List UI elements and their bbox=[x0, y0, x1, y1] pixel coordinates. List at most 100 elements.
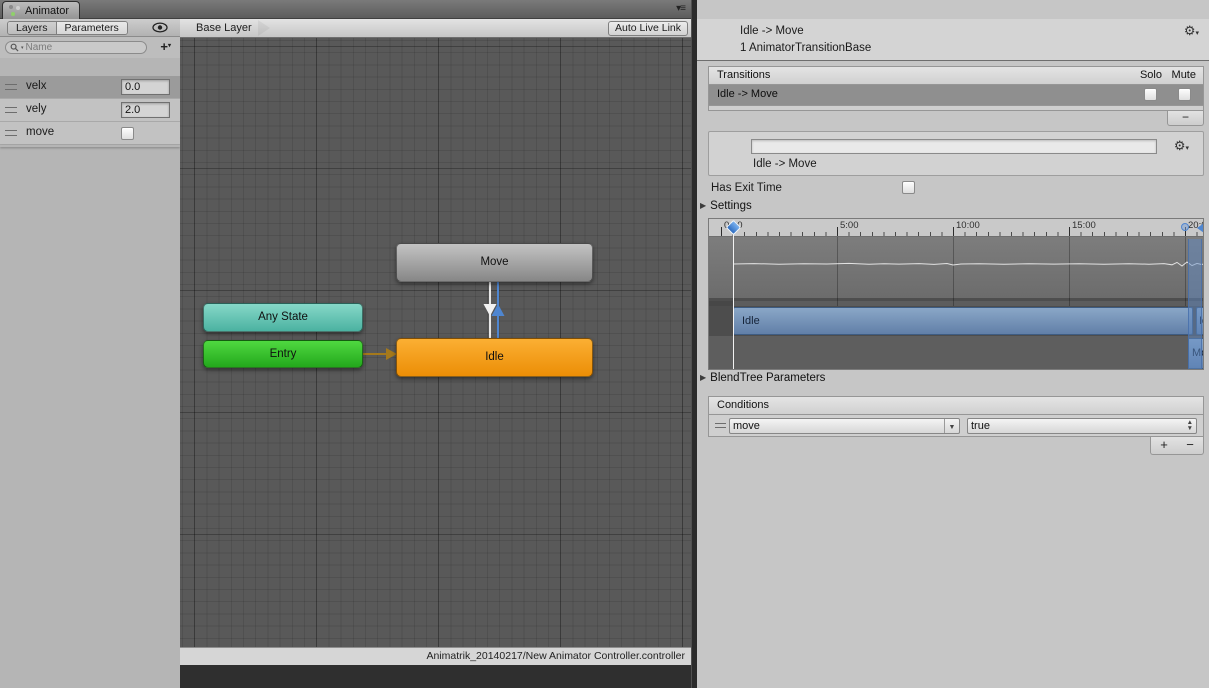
has-exit-time-checkbox[interactable] bbox=[902, 181, 915, 194]
transition-name-field[interactable] bbox=[751, 139, 1157, 154]
condition-value: true bbox=[971, 420, 990, 432]
parameter-value-field[interactable]: 2.0 bbox=[121, 102, 170, 118]
animator-tabbar: Animator ▾≡ bbox=[0, 0, 691, 19]
conditions-header: Conditions bbox=[708, 396, 1204, 415]
parameter-value-field[interactable]: 0.0 bbox=[121, 79, 170, 95]
ruler-major-tick bbox=[953, 227, 954, 236]
ruler-minor-ticks bbox=[721, 232, 1204, 236]
transition-start-marker-icon[interactable] bbox=[1181, 223, 1189, 231]
timeline-playhead[interactable] bbox=[733, 222, 734, 370]
breadcrumb[interactable]: Base Layer bbox=[180, 19, 260, 37]
transitions-header-label: Transitions bbox=[717, 69, 770, 81]
ruler-time-label: 5:00 bbox=[840, 220, 859, 231]
condition-parameter-value: move bbox=[733, 420, 760, 432]
controller-path-statusbar: Animatrik_20140217/New Animator Controll… bbox=[180, 647, 691, 665]
transition-row-selected[interactable]: Idle -> Move bbox=[708, 85, 1204, 106]
timeline-move-track: Move bbox=[709, 336, 1204, 370]
ruler-major-tick bbox=[837, 227, 838, 236]
solo-column-label: Solo bbox=[1140, 67, 1162, 84]
settings-label: Settings bbox=[710, 200, 752, 212]
transitions-section: Transitions Solo Mute Idle -> Move − bbox=[708, 66, 1204, 111]
condition-list-buttons: + − bbox=[1150, 437, 1204, 455]
parameter-row-vely[interactable]: vely 2.0 bbox=[0, 99, 180, 122]
transition-subtitle: 1 AnimatorTransitionBase bbox=[740, 42, 871, 54]
timeline-content[interactable]: Idle Idle Move bbox=[709, 237, 1204, 370]
animator-panel-menu-icon[interactable]: ▾≡ bbox=[676, 3, 685, 14]
tab-layers[interactable]: Layers bbox=[8, 22, 57, 34]
transition-title: Idle -> Move bbox=[740, 25, 804, 37]
parameter-row-velx[interactable]: velx 0.0 bbox=[0, 76, 180, 99]
condition-row: move ▼ true ▲▼ bbox=[708, 415, 1204, 437]
eye-icon[interactable] bbox=[152, 22, 168, 36]
blendtree-parameters-foldout[interactable]: ▶ BlendTree Parameters bbox=[700, 372, 825, 384]
drag-handle-icon[interactable] bbox=[715, 423, 726, 428]
transition-gear-icon[interactable]: ⚙▾ bbox=[1174, 139, 1189, 155]
drag-handle-icon[interactable] bbox=[5, 107, 17, 113]
breadcrumb-chevron-icon bbox=[258, 20, 270, 36]
state-node-entry[interactable]: Entry bbox=[203, 340, 363, 368]
drag-handle-icon[interactable] bbox=[5, 130, 17, 136]
search-input[interactable] bbox=[26, 42, 126, 53]
parameters-panel: Layers Parameters ▾ +▾ velx 0.0 vely 2.0 bbox=[0, 19, 180, 688]
parameter-search-row: ▾ +▾ bbox=[0, 37, 180, 58]
transition-timeline[interactable]: Idle Idle Move 0:00 5:00 10:00 15:00 bbox=[708, 218, 1204, 370]
transition-selection-band[interactable] bbox=[1188, 239, 1202, 370]
graph-bottom-edge bbox=[180, 665, 691, 688]
parameter-name: vely bbox=[26, 103, 46, 115]
remove-condition-button[interactable]: − bbox=[1177, 437, 1203, 454]
transition-end-marker-icon[interactable] bbox=[1197, 223, 1204, 233]
condition-parameter-dropdown[interactable]: move ▼ bbox=[729, 418, 960, 434]
motion-curve-waveform bbox=[709, 237, 1204, 301]
transition-name-block: ⚙▾ Idle -> Move bbox=[708, 131, 1204, 176]
add-parameter-button[interactable]: +▾ bbox=[160, 40, 171, 53]
gear-icon[interactable]: ⚙▾ bbox=[1184, 24, 1199, 40]
has-exit-time-row: Has Exit Time bbox=[711, 182, 782, 194]
blendtree-label: BlendTree Parameters bbox=[710, 372, 825, 384]
ruler-major-tick bbox=[1069, 227, 1070, 236]
inspector-header: Idle -> Move 1 AnimatorTransitionBase ⚙▾ bbox=[697, 19, 1209, 61]
animator-graph-panel: Base Layer Auto Live Link Move Any State… bbox=[180, 19, 691, 688]
auto-live-link-button[interactable]: Auto Live Link bbox=[608, 21, 688, 36]
parameter-search[interactable]: ▾ bbox=[5, 41, 147, 54]
ruler-major-tick bbox=[721, 227, 722, 236]
chevron-down-icon: ▼ bbox=[949, 424, 956, 431]
ruler-time-label: 10:00 bbox=[956, 220, 980, 231]
state-node-move[interactable]: Move bbox=[396, 243, 593, 282]
remove-transition-button[interactable]: − bbox=[1167, 111, 1204, 126]
parameters-toolbar: Layers Parameters bbox=[0, 19, 180, 37]
timeline-idle-track: Idle Idle bbox=[709, 306, 1204, 336]
parameter-bool-checkbox[interactable] bbox=[121, 127, 134, 140]
tab-animator[interactable]: Animator bbox=[2, 1, 80, 19]
transitions-section-header: Transitions Solo Mute bbox=[708, 66, 1204, 85]
has-exit-time-label: Has Exit Time bbox=[711, 182, 782, 194]
idle-clip-bar[interactable]: Idle bbox=[733, 307, 1193, 335]
layers-parameters-switch: Layers Parameters bbox=[7, 21, 128, 35]
foldout-triangle-icon: ▶ bbox=[700, 201, 706, 210]
state-node-any-state[interactable]: Any State bbox=[203, 303, 363, 332]
parameter-name: move bbox=[26, 126, 54, 138]
layer-breadcrumb-bar: Base Layer Auto Live Link bbox=[180, 19, 691, 38]
parameter-row-move[interactable]: move bbox=[0, 122, 180, 145]
tab-animator-label: Animator bbox=[25, 5, 69, 17]
timeline-ruler[interactable]: 0:00 5:00 10:00 15:00 20:00 bbox=[709, 219, 1204, 237]
unity-editor-window: Animator ▾≡ i Inspector ▾≡ Layers Parame… bbox=[0, 0, 1209, 688]
state-node-idle[interactable]: Idle bbox=[396, 338, 593, 377]
tab-parameters[interactable]: Parameters bbox=[57, 22, 127, 34]
inspector-panel: Idle -> Move 1 AnimatorTransitionBase ⚙▾… bbox=[697, 0, 1209, 688]
foldout-triangle-icon: ▶ bbox=[700, 373, 706, 382]
transition-name-label: Idle -> Move bbox=[753, 158, 817, 170]
condition-value-dropdown[interactable]: true ▲▼ bbox=[967, 418, 1197, 434]
add-condition-button[interactable]: + bbox=[1151, 437, 1177, 454]
solo-checkbox[interactable] bbox=[1144, 88, 1157, 101]
settings-foldout[interactable]: ▶ Settings bbox=[700, 200, 752, 212]
animator-window-icon bbox=[9, 5, 21, 17]
mute-column-label: Mute bbox=[1172, 67, 1196, 84]
parameter-name: velx bbox=[26, 80, 46, 92]
parameter-list-end bbox=[0, 145, 180, 147]
conditions-section: Conditions move ▼ true ▲▼ + − bbox=[708, 396, 1204, 437]
transitions-list-footer bbox=[708, 106, 1204, 111]
mute-checkbox[interactable] bbox=[1178, 88, 1191, 101]
drag-handle-icon[interactable] bbox=[5, 84, 17, 90]
state-machine-canvas[interactable]: Move Any State Entry Idle bbox=[180, 38, 691, 666]
search-filter-chevron-icon: ▾ bbox=[21, 45, 24, 51]
